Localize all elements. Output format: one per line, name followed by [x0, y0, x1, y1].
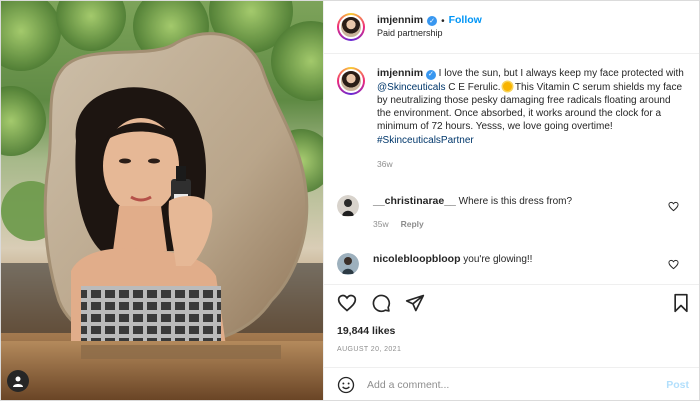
post-side-panel: imjennim ✓ • Follow Paid partnership imj…: [323, 1, 699, 400]
comment-body: __christinarae__ Where is this dress fro…: [373, 195, 678, 230]
comment-icon[interactable]: [371, 293, 391, 313]
comment-item: nicolebloopbloop you're glowing!!: [337, 253, 687, 275]
add-comment-input[interactable]: [367, 378, 647, 391]
caption: imjennim ✓ I love the sun, but I always …: [337, 67, 687, 170]
likes-count[interactable]: 19,844 likes: [337, 325, 395, 337]
heart-icon[interactable]: [337, 293, 357, 313]
comment-like-heart-icon[interactable]: [668, 201, 679, 212]
reply-button[interactable]: Reply: [401, 219, 424, 230]
sun-emoji-icon: [503, 81, 513, 91]
action-icons: [337, 293, 425, 313]
comment-age[interactable]: 35w: [373, 219, 389, 230]
instagram-post-dialog: imjennim ✓ • Follow Paid partnership imj…: [0, 0, 700, 401]
caption-hashtag-link[interactable]: #SkinceuticalsPartner: [377, 135, 474, 146]
author-info: imjennim ✓ • Follow Paid partnership: [377, 14, 482, 39]
comment-meta: 35w Reply: [373, 219, 678, 230]
comment-like-heart-icon[interactable]: [668, 259, 679, 270]
commenter-avatar[interactable]: [337, 253, 359, 275]
emoji-icon[interactable]: [337, 376, 355, 394]
author-row: imjennim ✓ • Follow: [377, 14, 482, 28]
post-photo[interactable]: [1, 1, 323, 400]
photo-scene: [1, 1, 323, 400]
user-tag-glyph: [13, 376, 23, 387]
author-username[interactable]: imjennim: [377, 14, 423, 28]
add-comment-bar: Post: [324, 367, 699, 401]
comments-list[interactable]: imjennim ✓ I love the sun, but I always …: [324, 55, 699, 283]
caption-text-2: C E Ferulic.: [448, 81, 501, 93]
post-actions: 19,844 likes AUGUST 20, 2021 Post: [324, 284, 699, 401]
caption-body: imjennim ✓ I love the sun, but I always …: [377, 67, 687, 170]
post-date[interactable]: AUGUST 20, 2021: [337, 346, 401, 353]
author-avatar[interactable]: [337, 13, 365, 41]
verified-icon: ✓: [427, 16, 438, 27]
caption-age[interactable]: 36w: [377, 159, 687, 170]
follow-button[interactable]: Follow: [449, 14, 482, 28]
comment-text: you're glowing!!: [463, 254, 533, 265]
user-tag-icon[interactable]: [7, 370, 29, 392]
comment-text: Where is this dress from?: [458, 196, 573, 207]
bookmark-icon[interactable]: [671, 293, 691, 313]
post-comment-button[interactable]: Post: [666, 379, 689, 391]
commenter-avatar[interactable]: [337, 195, 359, 217]
commenter-username[interactable]: __christinarae__: [373, 195, 456, 207]
paid-partnership-label[interactable]: Paid partnership: [377, 28, 482, 40]
caption-text-1: I love the sun, but I always keep my fac…: [438, 68, 684, 79]
caption-username[interactable]: imjennim: [377, 67, 423, 79]
comment-body: nicolebloopbloop you're glowing!!: [373, 253, 678, 275]
caption-author-avatar[interactable]: [337, 67, 365, 95]
separator-dot: •: [441, 15, 445, 27]
post-header: imjennim ✓ • Follow Paid partnership: [324, 1, 699, 54]
share-icon[interactable]: [405, 293, 425, 313]
comment-item: __christinarae__ Where is this dress fro…: [337, 195, 687, 230]
caption-mention-link[interactable]: @Skinceuticals: [377, 82, 446, 93]
commenter-username[interactable]: nicolebloopbloop: [373, 253, 461, 265]
verified-icon: ✓: [425, 69, 436, 80]
